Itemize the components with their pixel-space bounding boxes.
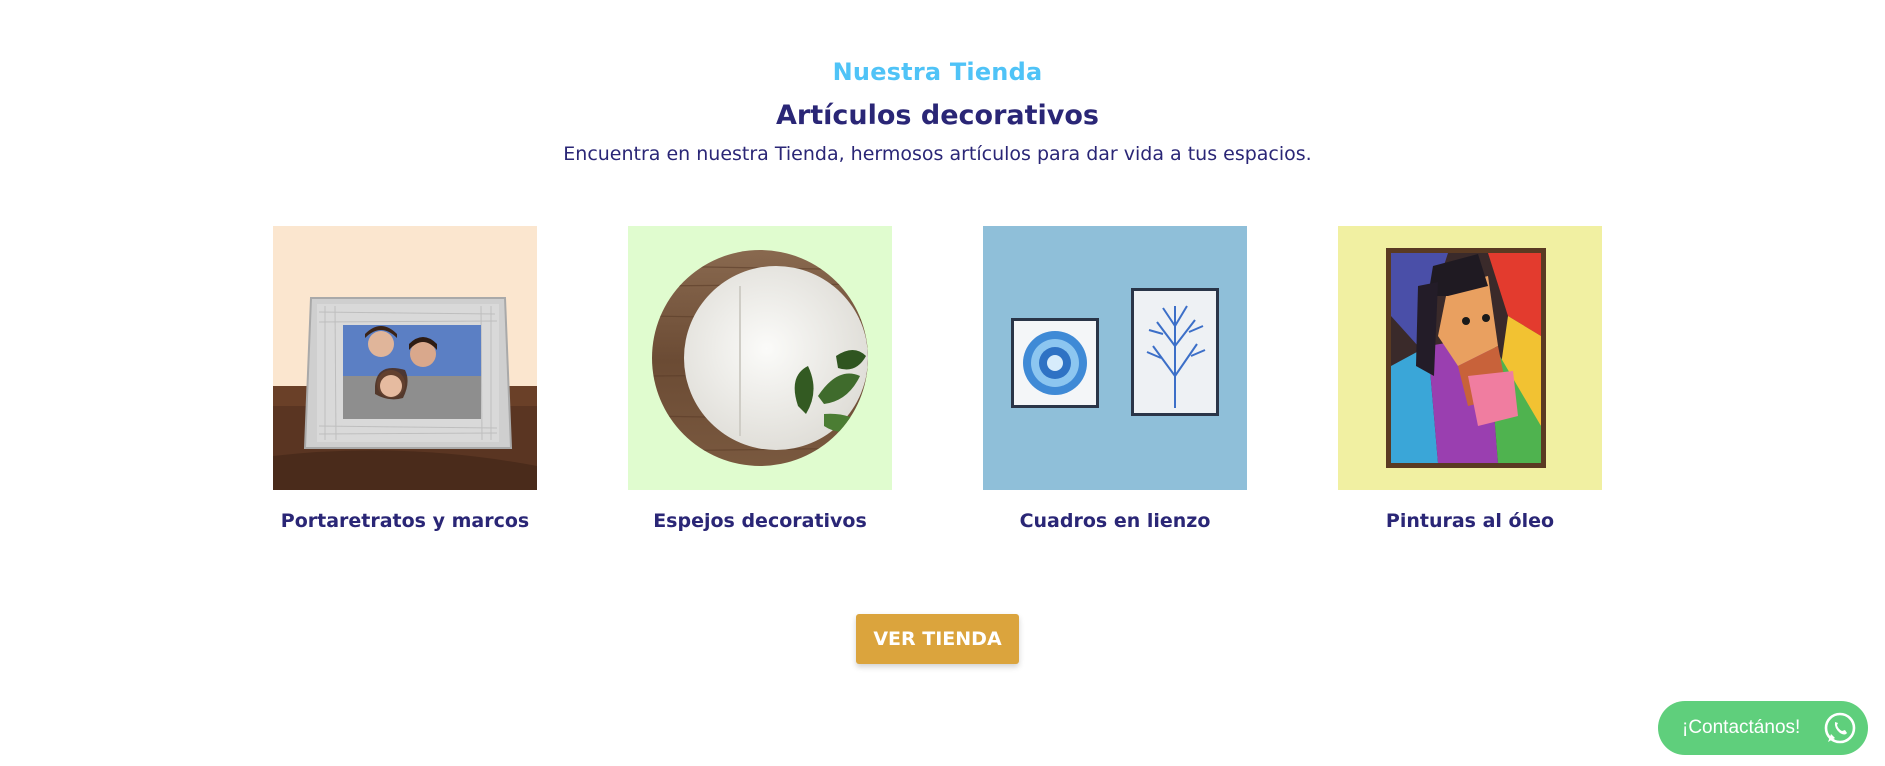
ver-tienda-button[interactable]: VER TIENDA <box>856 614 1019 664</box>
section-subtitle: Encuentra en nuestra Tienda, hermosos ar… <box>563 143 1312 165</box>
product-label[interactable]: Espejos decorativos <box>628 510 892 532</box>
whatsapp-icon <box>1824 712 1856 744</box>
product-label[interactable]: Portaretratos y marcos <box>273 510 537 532</box>
oil-painting-image[interactable] <box>1338 226 1602 490</box>
mirror-illustration <box>652 250 868 466</box>
product-label[interactable]: Pinturas al óleo <box>1338 510 1602 532</box>
product-label[interactable]: Cuadros en lienzo <box>983 510 1247 532</box>
section-title: Artículos decorativos <box>776 100 1099 131</box>
section-eyebrow: Nuestra Tienda <box>832 58 1043 86</box>
canvas-prints-image[interactable] <box>983 226 1247 490</box>
product-card-cuadros[interactable]: Cuadros en lienzo <box>983 226 1247 532</box>
round-mirror-image[interactable] <box>628 226 892 490</box>
canvas-prints-illustration <box>1011 288 1219 416</box>
whatsapp-contact-button[interactable]: ¡Contactános! <box>1658 701 1868 755</box>
photo-frame-image[interactable] <box>273 226 537 490</box>
store-section: Nuestra Tienda Artículos decorativos Enc… <box>0 0 1885 766</box>
product-card-pinturas[interactable]: Pinturas al óleo <box>1338 226 1602 532</box>
oil-painting-illustration <box>1386 248 1546 468</box>
product-card-espejos[interactable]: Espejos decorativos <box>628 226 892 532</box>
photo-frame-illustration <box>273 297 537 490</box>
product-card-portaretratos[interactable]: Portaretratos y marcos <box>273 226 537 532</box>
whatsapp-label: ¡Contactános! <box>1682 717 1801 738</box>
